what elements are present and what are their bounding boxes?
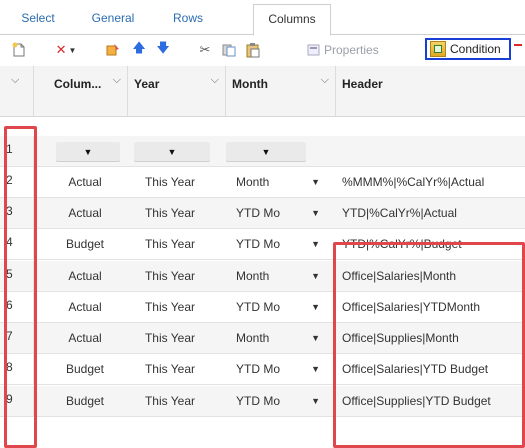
cell-month[interactable]: YTD Mo ▼ [226,198,330,228]
cell-year[interactable]: This Year [128,198,212,228]
chevron-down-icon[interactable]: ▼ [311,229,320,259]
chevron-down-icon[interactable]: ▼ [311,261,320,291]
new-document-icon[interactable] [10,40,28,60]
delete-x-icon[interactable]: ✕ ▼ [52,40,80,60]
properties-label: Properties [324,43,379,57]
cell-month[interactable]: Month ▼ [226,167,330,197]
sort-icon[interactable]: ⌵ [113,74,121,87]
chevron-down-icon[interactable]: ▼ [311,198,320,228]
header-year[interactable]: Year ⌵ [128,66,226,116]
cell-month[interactable]: Month ▼ [226,323,330,353]
cell-column[interactable]: Actual [48,261,122,291]
cell-month[interactable]: YTD Mo ▼ [226,386,330,416]
grid-header: ⌵ Colum... ⌵ Year ⌵ Month ⌵ Header [0,66,525,117]
properties-icon [307,44,320,56]
cell-year[interactable]: This Year [128,261,212,291]
year-dropdown[interactable]: ▼ [134,142,210,162]
cell-year[interactable]: This Year [128,229,212,259]
cell-month[interactable]: YTD Mo ▼ [226,292,330,322]
more-indicator [514,44,522,46]
month-dropdown[interactable]: ▼ [226,142,306,162]
chevron-down-icon[interactable]: ▼ [68,46,76,55]
cell-column[interactable]: Actual [48,323,122,353]
arrow-down-icon[interactable]: 🡇 [154,40,172,60]
header-rownum[interactable]: ⌵ [0,66,34,116]
cell-column[interactable]: Actual [48,198,122,228]
copy-icon[interactable] [104,40,122,60]
chevron-down-icon[interactable]: ⌵ [11,74,19,87]
cell-year[interactable]: This Year [128,292,212,322]
condition-label: Condition [450,42,501,56]
tab-bar: Select General Rows Columns [0,0,525,36]
header-month[interactable]: Month ⌵ [226,66,336,116]
scissors-icon[interactable]: ✂ [196,40,214,60]
clipboard-icon[interactable] [244,40,262,60]
cell-column[interactable]: Budget [48,229,122,259]
cell-column[interactable]: Budget [48,386,122,416]
chevron-down-icon[interactable]: ⌵ [321,74,329,87]
condition-button[interactable]: Condition [425,38,511,60]
table-row[interactable]: 1 ▼ ▼ ▼ [0,136,525,167]
cell-header[interactable]: %MMM%|%CalYr%|Actual [340,167,525,197]
cell-month[interactable]: YTD Mo ▼ [226,354,330,384]
chevron-down-icon[interactable]: ▼ [311,323,320,353]
condition-icon [430,41,446,57]
tab-rows[interactable]: Rows [160,4,216,33]
column-dropdown[interactable]: ▼ [56,142,120,162]
cell-column[interactable]: Actual [48,292,122,322]
cell-year[interactable]: This Year [128,167,212,197]
chevron-down-icon[interactable]: ▼ [311,354,320,384]
chevron-down-icon[interactable]: ⌵ [211,74,219,87]
cell-year[interactable]: This Year [128,323,212,353]
cell-month[interactable]: YTD Mo ▼ [226,229,330,259]
row-numbers-highlight [4,126,37,448]
header-column[interactable]: Colum... ⌵ [48,66,128,116]
properties-button[interactable]: Properties [306,40,379,60]
cell-column[interactable]: Budget [48,354,122,384]
cell-year[interactable]: This Year [128,354,212,384]
header-header[interactable]: Header [336,66,525,116]
cell-header[interactable]: YTD|%CalYr%|Actual [340,198,525,228]
chevron-down-icon[interactable]: ▼ [311,167,320,197]
arrow-up-icon[interactable]: 🡅 [130,40,148,60]
table-row[interactable]: 2 Actual This Year Month ▼ %MMM%|%CalYr%|… [0,167,525,198]
cell-column[interactable]: Actual [48,167,122,197]
tab-general[interactable]: General [78,4,148,33]
tab-select[interactable]: Select [10,4,66,33]
cell-month[interactable]: Month ▼ [226,261,330,291]
tab-columns[interactable]: Columns [253,4,331,36]
paste-icon[interactable] [220,40,238,60]
cell-year[interactable]: This Year [128,386,212,416]
chevron-down-icon[interactable]: ▼ [311,386,320,416]
chevron-down-icon[interactable]: ▼ [311,292,320,322]
table-row[interactable]: 3 Actual This Year YTD Mo ▼ YTD|%CalYr%|A… [0,198,525,229]
headers-highlight [333,242,525,448]
